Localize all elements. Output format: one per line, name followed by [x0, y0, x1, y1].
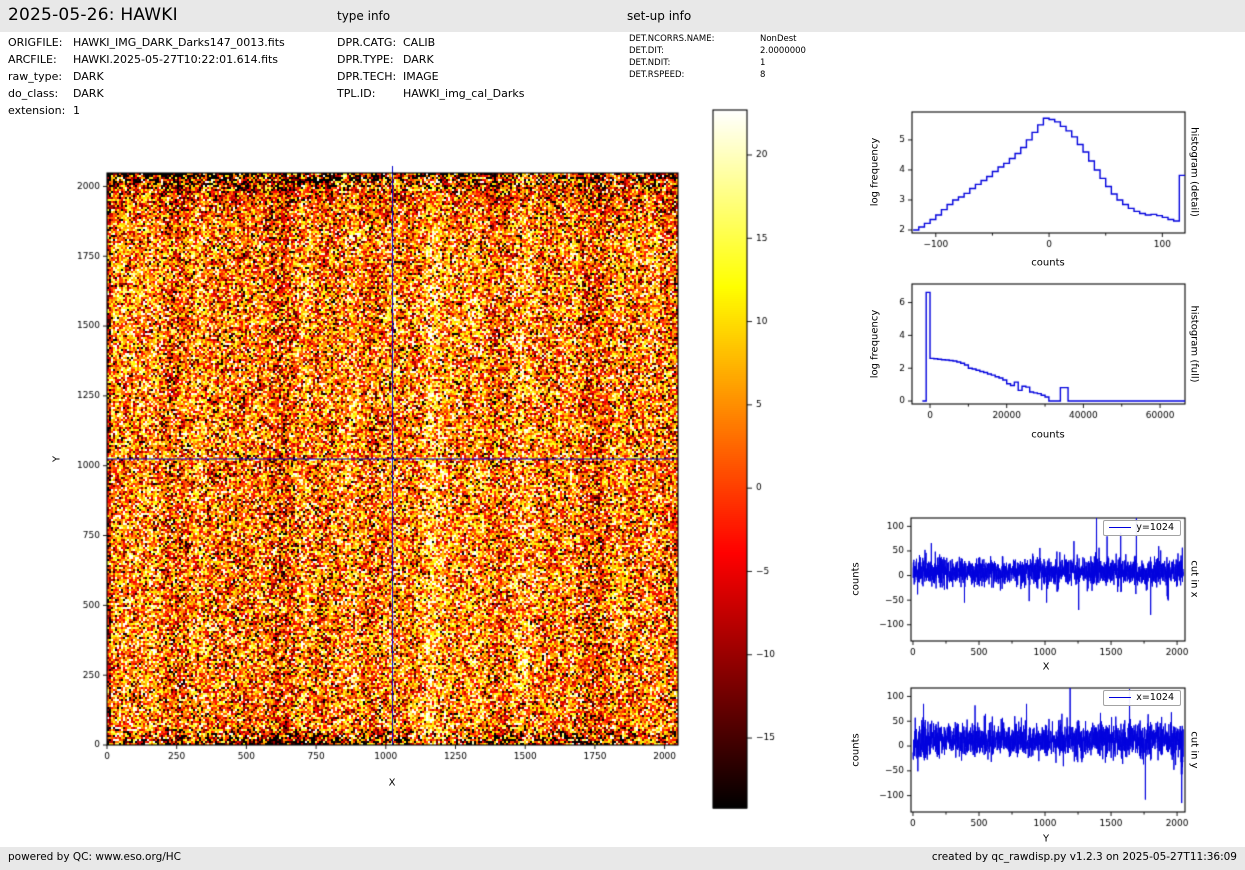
info-value: 1: [73, 104, 80, 117]
info-label: extension:: [8, 104, 73, 117]
cut-y-ylabel: counts: [851, 733, 862, 766]
info-label: DET.NDIT:: [629, 58, 760, 68]
info-label: DPR.TYPE:: [337, 53, 403, 66]
info-row-doclass: do_class:DARK: [8, 87, 104, 100]
info-label: ARCFILE:: [8, 53, 73, 66]
info-value: DARK: [73, 70, 104, 83]
info-label: DET.NCORRS.NAME:: [629, 34, 760, 44]
legend-label: x=1024: [1136, 693, 1174, 703]
info-label: DET.DIT:: [629, 46, 760, 56]
qc-report-page: 2025-05-26: HAWKI type info set-up info …: [0, 0, 1245, 870]
main-xaxis-label: X: [389, 778, 396, 789]
info-row-extension: extension:1: [8, 104, 80, 117]
legend-line-icon: [1109, 527, 1131, 528]
info-row-dprcatg: DPR.CATG:CALIB: [337, 36, 435, 49]
info-row-dit: DET.DIT:2.0000000: [629, 46, 806, 56]
info-row-arcfile: ARCFILE:HAWKI.2025-05-27T10:22:01.614.fi…: [8, 53, 278, 66]
legend-label: y=1024: [1136, 523, 1174, 533]
hist-full-xlabel: counts: [1031, 430, 1064, 441]
info-value: HAWKI_IMG_DARK_Darks147_0013.fits: [73, 36, 285, 49]
info-label: do_class:: [8, 87, 73, 100]
header-bar: 2025-05-26: HAWKI type info set-up info: [0, 0, 1245, 32]
info-row-ndit: DET.NDIT:1: [629, 58, 765, 68]
type-info-heading: type info: [337, 9, 390, 23]
footer-right-text: created by qc_rawdisp.py v1.2.3 on 2025-…: [932, 851, 1237, 863]
info-value: HAWKI_img_cal_Darks: [403, 87, 524, 100]
main-yaxis-label: Y: [52, 456, 63, 462]
cut-y-legend: x=1024: [1103, 690, 1181, 706]
info-row-dprtech: DPR.TECH:IMAGE: [337, 70, 439, 83]
hist-detail-xlabel: counts: [1031, 258, 1064, 269]
info-value: DARK: [73, 87, 104, 100]
cut-x-ylabel: counts: [851, 562, 862, 595]
cut-x-side-label: cut in x: [1189, 560, 1200, 597]
hist-full-side-label: histogram (full): [1189, 305, 1200, 382]
info-row-rawtype: raw_type:DARK: [8, 70, 104, 83]
cut-y-xlabel: Y: [1043, 834, 1049, 845]
info-value: IMAGE: [403, 70, 439, 83]
info-value: 1: [760, 58, 765, 68]
info-label: ORIGFILE:: [8, 36, 73, 49]
info-row-origfile: ORIGFILE:HAWKI_IMG_DARK_Darks147_0013.fi…: [8, 36, 285, 49]
info-label: TPL.ID:: [337, 87, 403, 100]
info-label: DPR.CATG:: [337, 36, 403, 49]
info-value: DARK: [403, 53, 434, 66]
hist-full-ylabel: log frequency: [870, 310, 881, 379]
info-row-ncorrs: DET.NCORRS.NAME:NonDest: [629, 34, 796, 44]
setup-info-heading: set-up info: [627, 9, 691, 23]
cut-x-legend: y=1024: [1103, 520, 1181, 536]
hist-detail-side-label: histogram (detail): [1189, 127, 1200, 217]
info-value: 8: [760, 70, 765, 80]
info-label: DPR.TECH:: [337, 70, 403, 83]
legend-line-icon: [1109, 697, 1131, 698]
info-value: NonDest: [760, 34, 796, 44]
info-row-rspeed: DET.RSPEED:8: [629, 70, 765, 80]
hist-detail-ylabel: log frequency: [870, 138, 881, 207]
info-row-dprtype: DPR.TYPE:DARK: [337, 53, 434, 66]
cut-x-xlabel: X: [1043, 662, 1050, 673]
page-title: 2025-05-26: HAWKI: [8, 5, 178, 25]
cut-y-side-label: cut in y: [1189, 731, 1200, 768]
footer-bar: powered by QC: www.eso.org/HC created by…: [0, 847, 1245, 870]
footer-left-text: powered by QC: www.eso.org/HC: [8, 851, 181, 863]
info-value: 2.0000000: [760, 46, 806, 56]
info-label: raw_type:: [8, 70, 73, 83]
info-value: CALIB: [403, 36, 435, 49]
info-label: DET.RSPEED:: [629, 70, 760, 80]
info-value: HAWKI.2025-05-27T10:22:01.614.fits: [73, 53, 278, 66]
info-row-tplid: TPL.ID:HAWKI_img_cal_Darks: [337, 87, 524, 100]
